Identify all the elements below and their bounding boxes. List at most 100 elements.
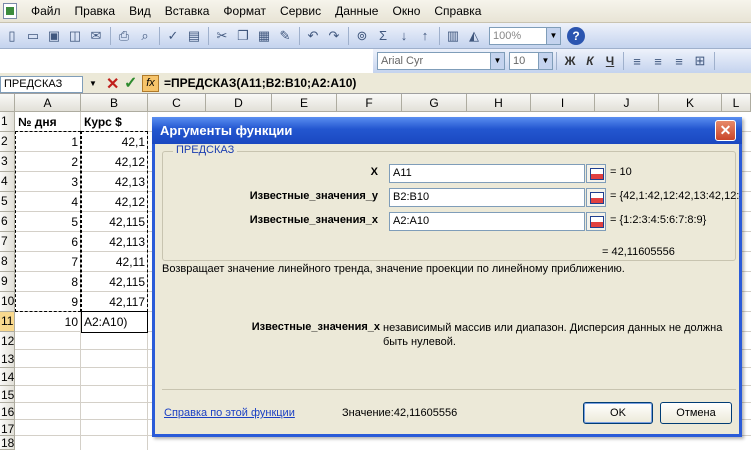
enter-entry-icon[interactable]: ✓ [124, 73, 137, 93]
column-header-j[interactable]: J [595, 94, 659, 112]
row-header[interactable]: 18 [0, 436, 15, 450]
cancel-button[interactable]: Отмена [660, 402, 732, 424]
chart-icon[interactable]: ▥ [443, 26, 463, 46]
font-size-combo[interactable]: 10 [509, 52, 539, 70]
help-on-function-link[interactable]: Справка по этой функции [164, 407, 295, 419]
row-header[interactable]: 16 [0, 403, 15, 420]
column-header-c[interactable]: C [148, 94, 206, 112]
workbook-icon[interactable] [3, 3, 17, 19]
permission-icon[interactable]: ◫ [65, 26, 85, 46]
arg-input-known-x[interactable]: A2:A10 [389, 212, 585, 231]
menu-file[interactable]: Файл [31, 4, 61, 18]
column-header-f[interactable]: F [337, 94, 402, 112]
research-icon[interactable]: ▤ [184, 26, 204, 46]
menu-tools[interactable]: Сервис [280, 4, 321, 18]
chevron-down-icon[interactable]: ▼ [547, 26, 561, 45]
chevron-down-icon[interactable]: ▼ [491, 52, 505, 70]
cell-a11[interactable]: 10 [15, 312, 80, 332]
sort-desc-icon[interactable]: ↑ [415, 26, 435, 46]
bold-button[interactable]: Ж [560, 51, 580, 71]
menu-window[interactable]: Окно [392, 4, 420, 18]
row-header[interactable]: 4 [0, 172, 15, 192]
row-header[interactable]: 10 [0, 292, 15, 312]
copy-icon[interactable]: ❐ [233, 26, 253, 46]
column-header-h[interactable]: H [467, 94, 531, 112]
format-painter-icon[interactable]: ✎ [275, 26, 295, 46]
menu-view[interactable]: Вид [129, 4, 151, 18]
column-header-b[interactable]: B [81, 94, 148, 112]
row-header[interactable]: 14 [0, 368, 15, 386]
new-icon[interactable]: ▯ [2, 26, 22, 46]
collapse-dialog-icon[interactable] [586, 212, 606, 231]
cell-a1[interactable]: № дня [15, 112, 80, 132]
arg-input-x[interactable]: A11 [389, 164, 585, 183]
row-header[interactable]: 7 [0, 232, 15, 252]
spelling-icon[interactable]: ✓ [163, 26, 183, 46]
column-header-d[interactable]: D [206, 94, 272, 112]
menu-help[interactable]: Справка [434, 4, 481, 18]
help-icon[interactable]: ? [567, 26, 585, 45]
underline-button[interactable]: Ч [600, 51, 620, 71]
chevron-down-icon[interactable]: ▼ [539, 52, 553, 70]
dialog-title[interactable]: Аргументы функции [152, 117, 742, 144]
row-header[interactable]: 11 [0, 312, 15, 332]
align-left-icon[interactable]: ≡ [627, 51, 647, 71]
open-icon[interactable]: ▭ [23, 26, 43, 46]
row-header[interactable]: 1 [0, 112, 15, 132]
autosum-icon[interactable]: Σ [373, 26, 393, 46]
menu-edit[interactable]: Правка [75, 4, 116, 18]
sort-asc-icon[interactable]: ↓ [394, 26, 414, 46]
menu-insert[interactable]: Вставка [165, 4, 210, 18]
undo-icon[interactable]: ↶ [303, 26, 323, 46]
row-header[interactable]: 17 [0, 420, 15, 436]
hyperlink-icon[interactable]: ⊚ [352, 26, 372, 46]
column-header-g[interactable]: G [402, 94, 467, 112]
align-right-icon[interactable]: ≡ [669, 51, 689, 71]
row-header[interactable]: 2 [0, 132, 15, 152]
save-icon[interactable]: ▣ [44, 26, 64, 46]
cell-b1[interactable]: Курс $ [81, 112, 147, 132]
column-header-a[interactable]: A [15, 94, 81, 112]
row-header[interactable]: 9 [0, 272, 15, 292]
cancel-entry-icon[interactable]: ✕ [106, 74, 119, 94]
column-header-l[interactable]: L [722, 94, 751, 112]
collapse-dialog-icon[interactable] [586, 188, 606, 207]
collapse-dialog-icon[interactable] [586, 164, 606, 183]
row-header[interactable]: 8 [0, 252, 15, 272]
formula-text[interactable]: =ПРЕДСКАЗ(A11;B2:B10;A2:A10) [164, 76, 356, 90]
column-header-e[interactable]: E [272, 94, 337, 112]
print-preview-icon[interactable]: ⌕ [135, 26, 155, 46]
row-header[interactable]: 6 [0, 212, 15, 232]
arg-input-known-y[interactable]: B2:B10 [389, 188, 585, 207]
italic-button[interactable]: К [580, 51, 600, 71]
range-a2-a10-marquee [15, 131, 81, 312]
drawing-icon[interactable]: ◭ [464, 26, 484, 46]
name-box[interactable]: ПРЕДСКАЗ [0, 76, 83, 93]
cell-b11-editing[interactable]: A2:A10) [81, 311, 148, 333]
column-header-k[interactable]: K [659, 94, 722, 112]
paste-icon[interactable]: ▦ [254, 26, 274, 46]
close-icon[interactable]: ✕ [715, 120, 736, 141]
merge-center-icon[interactable]: ⊞ [690, 51, 710, 71]
redo-icon[interactable]: ↷ [324, 26, 344, 46]
row-header[interactable]: 12 [0, 332, 15, 352]
select-all-corner[interactable] [0, 94, 15, 112]
print-icon[interactable]: ⎙ [114, 26, 134, 46]
function-group: ПРЕДСКАЗ X A11 = 10 Известные_значения_y… [162, 144, 740, 261]
row-header[interactable]: 3 [0, 152, 15, 172]
column-header-i[interactable]: I [531, 94, 595, 112]
menu-data[interactable]: Данные [335, 4, 378, 18]
row-header[interactable]: 15 [0, 386, 15, 403]
ok-button[interactable]: OK [583, 402, 653, 424]
zoom-combo[interactable]: 100% [489, 26, 547, 45]
insert-function-icon[interactable]: fx [142, 75, 159, 92]
row-header[interactable]: 13 [0, 350, 15, 368]
toolbar-separator [439, 26, 440, 45]
chevron-down-icon[interactable]: ▼ [86, 76, 100, 93]
align-center-icon[interactable]: ≡ [648, 51, 668, 71]
row-header[interactable]: 5 [0, 192, 15, 212]
menu-format[interactable]: Формат [223, 4, 266, 18]
email-icon[interactable]: ✉ [86, 26, 106, 46]
font-combo[interactable]: Arial Cyr [377, 52, 491, 70]
cut-icon[interactable]: ✂ [212, 26, 232, 46]
